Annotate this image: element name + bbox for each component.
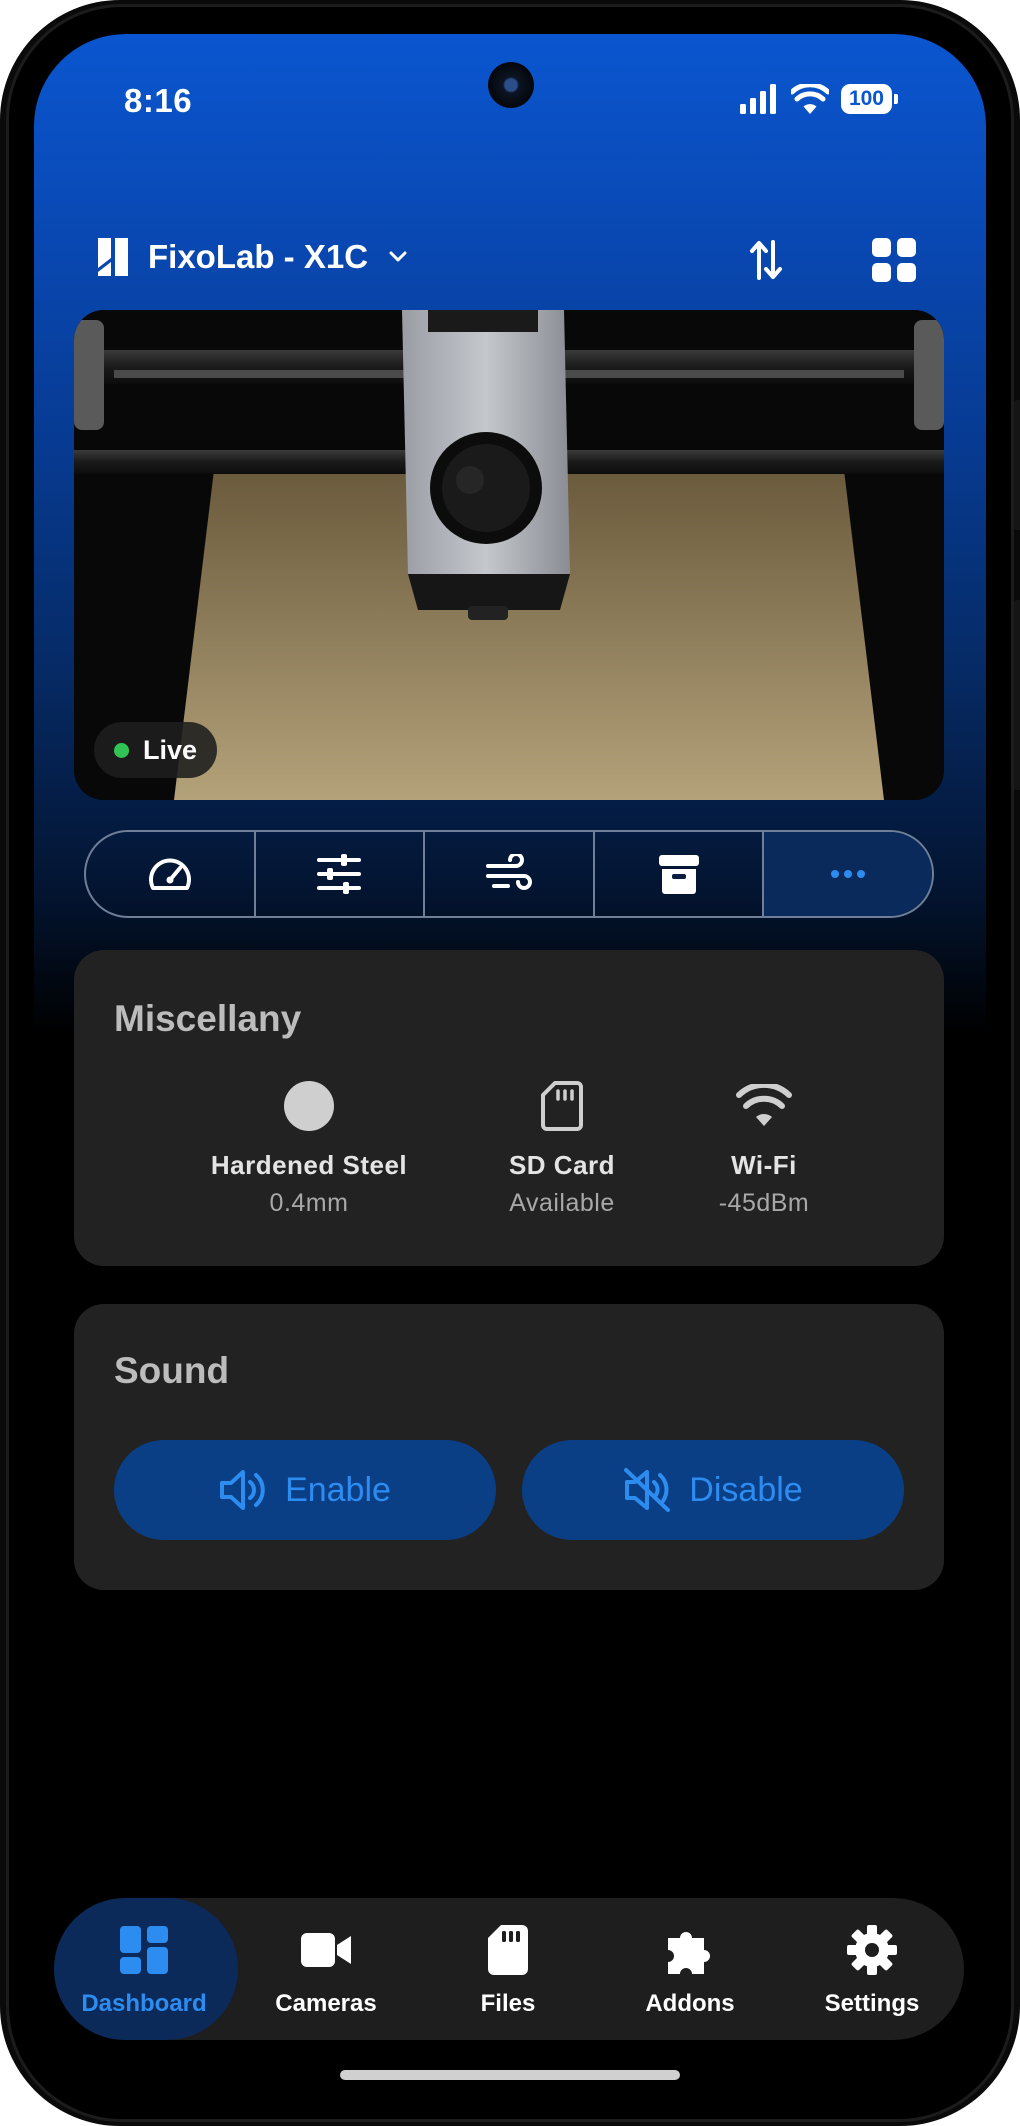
bottom-navigation: Dashboard Cameras Files Addons Settings [54,1898,964,2040]
video-camera-icon [301,1933,351,1967]
wifi-icon [736,1084,792,1126]
enable-label: Enable [285,1470,391,1509]
nav-addons[interactable]: Addons [600,1898,780,2040]
nav-settings-label: Settings [824,1990,920,2017]
wifi-name: Wi-Fi [731,1150,797,1180]
cellular-signal-icon [739,84,776,114]
enable-sound-button[interactable]: Enable [114,1440,496,1540]
app-header: FixoLab - X1C [34,224,986,304]
tab-speed[interactable] [86,832,256,916]
nav-dashboard[interactable]: Dashboard [54,1898,238,2040]
status-time: 8:16 [124,82,193,119]
grid-view-button[interactable] [866,232,922,288]
miscellany-items: Hardened Steel 0.4mm SD Card Available W… [74,1080,944,1230]
nav-cameras-label: Cameras [275,1990,377,2017]
grid-icon [872,238,916,282]
control-tabs [84,830,934,918]
puzzle-icon [668,1932,710,1974]
nav-cameras[interactable]: Cameras [236,1898,416,2040]
app-screen: 8:16 100 FixoLab - X1C Live Miscellany H… [34,34,986,2092]
swap-arrows-icon [750,240,782,280]
fan-icon [485,854,532,890]
printer-name: FixoLab - X1C [148,238,369,275]
miscellany-title: Miscellany [114,998,302,1039]
live-indicator-dot [114,742,129,758]
sound-title: Sound [114,1350,230,1391]
speaker-off-icon [624,1468,671,1512]
nav-files-label: Files [480,1990,536,2017]
wifi-value: -45dBm [718,1189,810,1217]
power-button [1014,600,1020,790]
dashboard-icon [120,1926,168,1974]
disable-label: Disable [689,1470,803,1509]
gear-icon [847,1925,897,1975]
sliders-icon [317,854,362,894]
wifi-status-icon [790,84,829,114]
nav-addons-label: Addons [645,1990,735,2017]
live-badge: Live [94,722,218,778]
status-icons: 100 [739,84,899,114]
nav-files[interactable]: Files [418,1898,598,2040]
speaker-on-icon [220,1470,265,1510]
camera-feed[interactable]: Live [74,310,944,800]
tab-more[interactable] [764,832,932,916]
chevron-down-icon [389,251,407,262]
transfer-button[interactable] [738,232,794,288]
nozzle-name: Hardened Steel [210,1150,408,1180]
wifi-info[interactable]: Wi-Fi -45dBm [644,1080,884,1218]
sound-card: Sound Enable Disable [74,1304,944,1590]
printer-logo-icon [98,238,128,276]
phone-frame: 8:16 100 FixoLab - X1C Live Miscellany H… [0,0,1020,2126]
tab-fans[interactable] [425,832,595,916]
printer-selector[interactable]: FixoLab - X1C [96,236,410,278]
nav-dashboard-label: Dashboard [81,1990,207,2017]
home-indicator[interactable] [340,2070,680,2080]
nozzle-icon [284,1081,334,1131]
nav-settings[interactable]: Settings [782,1898,962,2040]
status-bar: 8:16 100 [34,34,986,164]
live-label: Live [143,734,198,765]
tab-storage[interactable] [595,832,765,916]
more-icon [831,870,866,878]
tab-controls[interactable] [256,832,426,916]
files-sd-card-icon [488,1925,528,1975]
sd-card-icon [541,1081,583,1131]
speedometer-icon [148,858,191,890]
front-camera [488,62,534,108]
volume-button [1014,400,1020,530]
nozzle-info[interactable]: Hardened Steel 0.4mm [189,1080,429,1218]
miscellany-card: Miscellany Hardened Steel 0.4mm SD Card … [74,950,944,1266]
disable-sound-button[interactable]: Disable [522,1440,904,1540]
nozzle-value: 0.4mm [269,1189,349,1217]
battery-indicator: 100 [840,84,899,114]
archive-icon [658,855,699,894]
